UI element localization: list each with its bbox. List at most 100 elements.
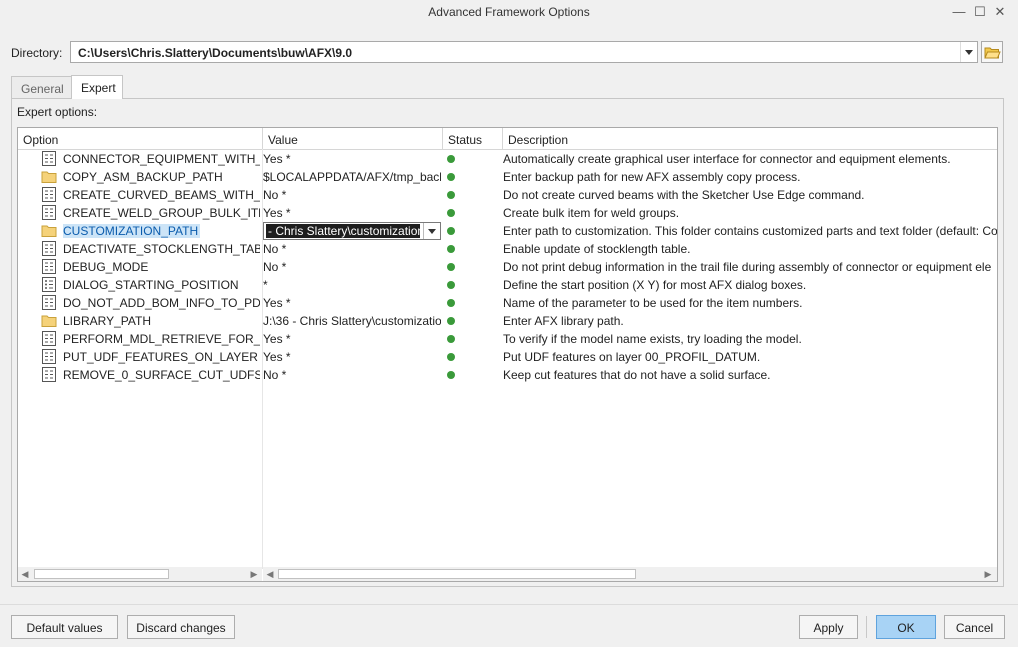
table-row[interactable]: PUT_UDF_FEATURES_ON_LAYER Yes * Put UDF fe… <box>18 348 997 366</box>
scroll-left-icon[interactable]: ◀ <box>20 569 30 579</box>
status-ok-icon <box>447 335 455 343</box>
table-row[interactable]: DEBUG_MODE No * Do not print debug informa… <box>18 258 997 276</box>
chevron-down-icon <box>428 229 436 234</box>
option-description: Enter path to customization. This folder… <box>503 224 997 238</box>
option-description: Enter backup path for new AFX assembly c… <box>503 170 801 184</box>
option-value[interactable]: Yes * <box>263 152 441 166</box>
option-value[interactable]: Yes * <box>263 332 441 346</box>
option-value[interactable]: No * <box>263 242 441 256</box>
option-name-text: PUT_UDF_FEATURES_ON_LAYER <box>63 350 258 364</box>
config-list-icon <box>41 241 57 256</box>
ok-button[interactable]: OK <box>876 615 936 639</box>
status-ok-icon <box>447 299 455 307</box>
table-row[interactable]: COPY_ASM_BACKUP_PATH $LOCALAPPDATA/AFX/tm… <box>18 168 997 186</box>
option-value[interactable]: No * <box>263 188 441 202</box>
column-header-status[interactable]: Status <box>443 128 503 149</box>
value-dropdown-button[interactable] <box>423 223 440 239</box>
table-row[interactable]: CUSTOMIZATION_PATH - Chris Slattery\custo… <box>18 222 997 240</box>
discard-changes-button[interactable]: Discard changes <box>127 615 235 639</box>
status-ok-icon <box>447 245 455 253</box>
column-header-value[interactable]: Value <box>263 128 443 149</box>
scrollbar-thumb[interactable] <box>278 569 636 579</box>
option-value[interactable]: $LOCALAPPDATA/AFX/tmp_backup <box>263 170 441 184</box>
option-description: Enable update of stocklength table. <box>503 242 691 256</box>
column-header-option[interactable]: Option <box>18 128 263 149</box>
config-list-icon <box>41 367 57 382</box>
option-value[interactable]: * <box>263 278 441 292</box>
option-name-text: COPY_ASM_BACKUP_PATH <box>63 170 223 184</box>
option-name[interactable]: DO_NOT_ADD_BOM_INFO_TO_PDM_CATALOG <box>63 296 260 310</box>
directory-dropdown-button[interactable] <box>960 42 977 62</box>
option-column-scrollbar[interactable]: ◀ ▶ <box>18 567 262 581</box>
table-row[interactable]: CREATE_CURVED_BEAMS_WITH_USE_EDGENo * Do … <box>18 186 997 204</box>
option-name[interactable]: CUSTOMIZATION_PATH <box>63 224 260 238</box>
table-row[interactable]: LIBRARY_PATH J:\36 - Chris Slattery\custo… <box>18 312 997 330</box>
default-values-button[interactable]: Default values <box>11 615 118 639</box>
option-name[interactable]: COPY_ASM_BACKUP_PATH <box>63 170 260 184</box>
option-name[interactable]: REMOVE_0_SURFACE_CUT_UDFS <box>63 368 260 382</box>
table-row[interactable]: REMOVE_0_SURFACE_CUT_UDFS No * Keep cut fe… <box>18 366 997 384</box>
option-value[interactable]: Yes * <box>263 206 441 220</box>
option-name-text: DO_NOT_ADD_BOM_INFO_TO_PDM_CATALOG <box>63 296 260 310</box>
scroll-right-icon[interactable]: ▶ <box>249 569 259 579</box>
option-name-text: CREATE_CURVED_BEAMS_WITH_USE_EDGE <box>63 188 260 202</box>
column-header-description[interactable]: Description <box>503 128 997 149</box>
maximize-icon[interactable]: ☐ <box>971 3 989 21</box>
directory-combobox[interactable]: C:\Users\Chris.Slattery\Documents\buw\AF… <box>70 41 978 63</box>
button-separator <box>866 616 867 638</box>
option-value[interactable]: No * <box>263 368 441 382</box>
status-ok-icon <box>447 317 455 325</box>
directory-label: Directory: <box>11 46 63 60</box>
table-row[interactable]: DEACTIVATE_STOCKLENGTH_TABLE_UPDATENo * E… <box>18 240 997 258</box>
option-name-text: LIBRARY_PATH <box>63 314 152 328</box>
folder-icon <box>41 223 57 238</box>
option-description: Define the start position (X Y) for most… <box>503 278 807 292</box>
table-row[interactable]: PERFORM_MDL_RETRIEVE_FOR_FINDINGYes * To … <box>18 330 997 348</box>
close-icon[interactable]: ✕ <box>991 3 1009 21</box>
browse-folder-button[interactable] <box>981 41 1003 63</box>
chevron-down-icon <box>965 50 973 55</box>
expert-options-grid[interactable]: Option Value Status Description CONNECTO… <box>17 127 998 582</box>
option-name[interactable]: DEACTIVATE_STOCKLENGTH_TABLE_UPDATE <box>63 242 260 256</box>
value-dropdown-editor[interactable]: - Chris Slattery\customization <box>263 222 441 240</box>
table-row[interactable]: DIALOG_STARTING_POSITION * Define the star… <box>18 276 997 294</box>
config-list-icon <box>41 187 57 202</box>
option-value[interactable]: No * <box>263 260 441 274</box>
config-list-icon <box>41 349 57 364</box>
cancel-button[interactable]: Cancel <box>944 615 1005 639</box>
status-ok-icon <box>447 371 455 379</box>
tab-general[interactable]: General <box>11 76 72 98</box>
option-name[interactable]: CREATE_WELD_GROUP_BULK_ITEM <box>63 206 260 220</box>
option-name[interactable]: PERFORM_MDL_RETRIEVE_FOR_FINDING <box>63 332 260 346</box>
option-description: Keep cut features that do not have a sol… <box>503 368 771 382</box>
value-editor-text[interactable]: - Chris Slattery\customization <box>266 224 420 238</box>
scrollbar-thumb[interactable] <box>34 569 169 579</box>
config-list-icon <box>41 151 57 166</box>
folder-open-icon <box>984 47 1001 59</box>
option-name[interactable]: CREATE_CURVED_BEAMS_WITH_USE_EDGE <box>63 188 260 202</box>
table-row[interactable]: DO_NOT_ADD_BOM_INFO_TO_PDM_CATALOGYes * N… <box>18 294 997 312</box>
scroll-right-icon[interactable]: ▶ <box>983 569 993 579</box>
option-value[interactable]: Yes * <box>263 296 441 310</box>
value-columns-scrollbar[interactable]: ◀ ▶ <box>263 567 997 581</box>
tab-expert[interactable]: Expert <box>71 75 123 99</box>
apply-button[interactable]: Apply <box>799 615 858 639</box>
option-name[interactable]: LIBRARY_PATH <box>63 314 260 328</box>
directory-value: C:\Users\Chris.Slattery\Documents\buw\AF… <box>78 46 353 60</box>
option-name-text: CONNECTOR_EQUIPMENT_WITH_GUI <box>63 152 260 166</box>
option-name[interactable]: CONNECTOR_EQUIPMENT_WITH_GUI <box>63 152 260 166</box>
option-description: Name of the parameter to be used for the… <box>503 296 803 310</box>
minimize-icon[interactable]: — <box>950 3 968 21</box>
scroll-left-icon[interactable]: ◀ <box>265 569 275 579</box>
option-value[interactable]: J:\36 - Chris Slattery\customization <box>263 314 441 328</box>
option-name[interactable]: PUT_UDF_FEATURES_ON_LAYER <box>63 350 260 364</box>
table-row[interactable]: CREATE_WELD_GROUP_BULK_ITEM Yes * Create b… <box>18 204 997 222</box>
status-ok-icon <box>447 263 455 271</box>
config-list-icon <box>41 205 57 220</box>
option-name[interactable]: DEBUG_MODE <box>63 260 260 274</box>
window-title: Advanced Framework Options <box>428 5 590 19</box>
option-description: Automatically create graphical user inte… <box>503 152 951 166</box>
option-value[interactable]: Yes * <box>263 350 441 364</box>
table-row[interactable]: CONNECTOR_EQUIPMENT_WITH_GUIYes * Automat… <box>18 150 997 168</box>
option-name[interactable]: DIALOG_STARTING_POSITION <box>63 278 260 292</box>
